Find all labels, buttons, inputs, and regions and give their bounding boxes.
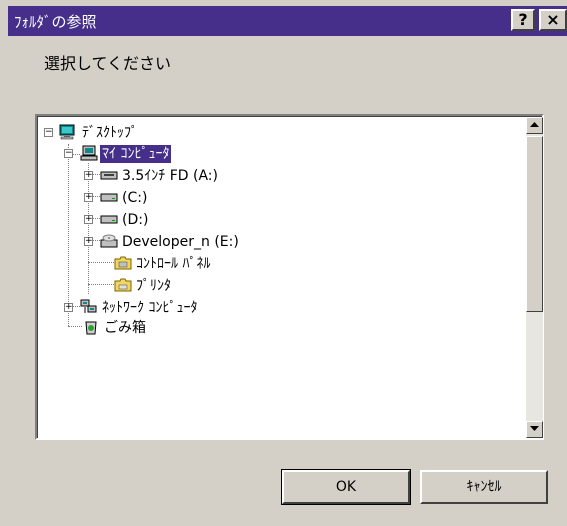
tree-item-label: (C:) [122, 190, 148, 206]
ok-button[interactable]: OK [281, 469, 411, 505]
dialog-title: ﾌｫﾙﾀﾞの参照 [14, 13, 97, 31]
tree-item-label: ﾏｲ ｺﾝﾋﾟｭｰﾀ [100, 145, 172, 163]
tree-item-label: ﾈｯﾄﾜｰｸ ｺﾝﾋﾟｭｰﾀ [102, 300, 198, 316]
close-button[interactable]: × [539, 9, 567, 31]
tree-item-label: ｺﾝﾄﾛｰﾙ ﾊﾟﾈﾙ [136, 256, 211, 272]
desktop-icon [59, 124, 75, 140]
title-bar[interactable]: ﾌｫﾙﾀﾞの参照 ? × [8, 6, 567, 36]
cancel-button[interactable]: ｷｬﾝｾﾙ [420, 470, 548, 504]
tree-item-label: Developer_n (E:) [122, 234, 239, 250]
arrow-up-icon [530, 122, 539, 127]
tree-item-label: 3.5ｲﾝﾁ FD (A:) [122, 168, 218, 184]
expand-toggle[interactable]: + [84, 193, 93, 202]
scroll-thumb[interactable] [526, 136, 543, 312]
collapse-toggle[interactable]: − [64, 149, 73, 158]
expand-toggle[interactable]: + [84, 171, 93, 180]
arrow-down-icon [530, 426, 539, 431]
folder-tree-view[interactable]: − ﾃﾞｽｸﾄｯﾌﾟ − ﾏｲ ｺﾝﾋﾟｭｰﾀ + 3.5ｲﾝﾁ FD (A:)… [35, 114, 544, 440]
network-icon [80, 299, 97, 313]
cd-drive-icon [100, 234, 118, 248]
recycle-bin-icon [85, 321, 97, 335]
printers-folder-icon [114, 278, 132, 292]
floppy-drive-icon [100, 171, 118, 180]
collapse-toggle[interactable]: − [44, 128, 53, 137]
expand-toggle[interactable]: + [84, 237, 93, 246]
instruction-text: 選択してください [44, 54, 172, 73]
scroll-up-button[interactable] [526, 117, 543, 134]
tree-item-label: (D:) [122, 212, 149, 228]
vertical-scrollbar[interactable] [526, 117, 543, 438]
control-panel-folder-icon [114, 256, 132, 270]
expand-toggle[interactable]: + [64, 303, 73, 312]
hard-drive-icon [100, 215, 118, 224]
hard-drive-icon [100, 193, 118, 202]
help-button[interactable]: ? [511, 9, 535, 31]
browse-folder-dialog: ﾌｫﾙﾀﾞの参照 ? × 選択してください − ﾃﾞｽｸﾄｯﾌﾟ − ﾏｲ ｺﾝ… [0, 0, 567, 526]
tree-item-label: ﾃﾞｽｸﾄｯﾌﾟ [82, 125, 138, 141]
expand-toggle[interactable]: + [84, 215, 93, 224]
my-computer-icon [80, 145, 98, 161]
scroll-down-button[interactable] [526, 421, 543, 438]
tree-item-label: ﾌﾟﾘﾝﾀ [136, 278, 171, 294]
folder-tree: − ﾃﾞｽｸﾄｯﾌﾟ − ﾏｲ ｺﾝﾋﾟｭｰﾀ + 3.5ｲﾝﾁ FD (A:)… [38, 117, 526, 438]
tree-item-label: ごみ箱 [104, 320, 146, 336]
